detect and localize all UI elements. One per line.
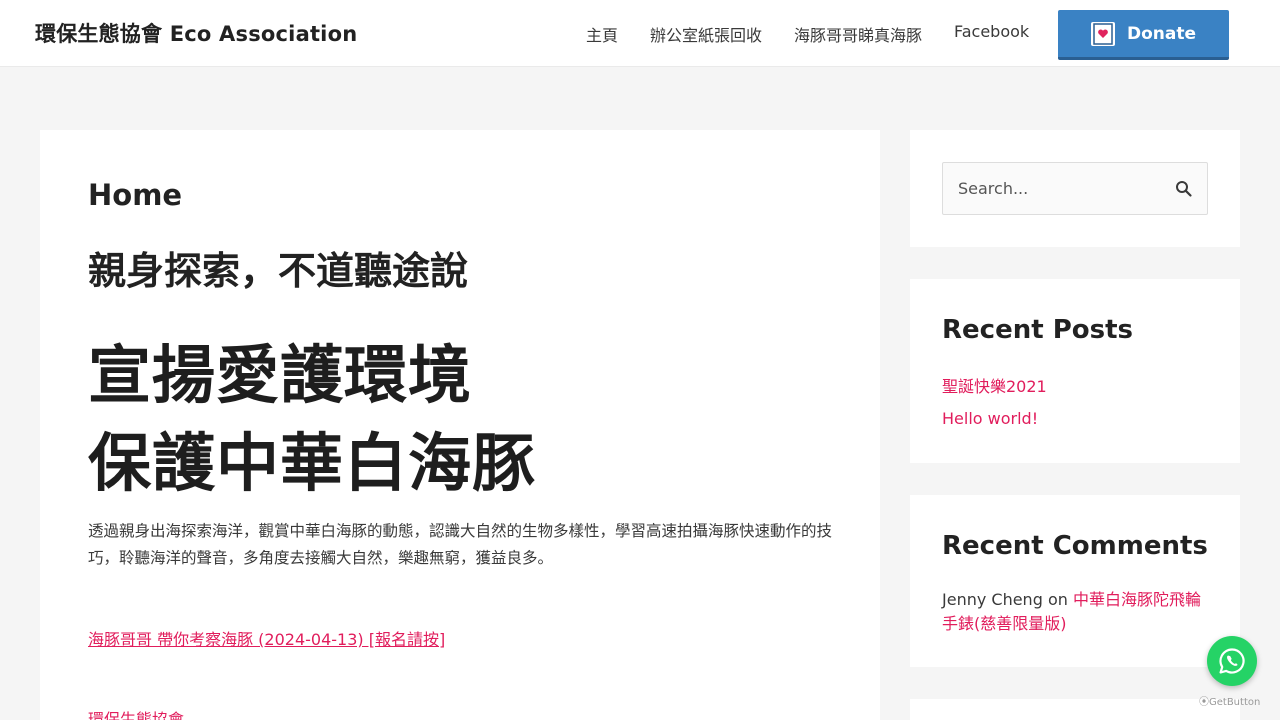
hero-line-2: 保護中華白海豚 [88,427,536,500]
getbutton-logo-icon: ⦿ [1199,697,1209,708]
donate-button[interactable]: Donate [1058,10,1229,60]
intro-paragraph: 透過親身出海探索海洋，觀賞中華白海豚的動態，認識大自然的生物多樣性，學習高速拍攝… [88,522,833,567]
donate-heart-icon [1090,21,1115,46]
nav-item-dolphin-watching[interactable]: 海豚哥哥睇真海豚 [794,22,922,46]
getbutton-credit[interactable]: ⦿GetButton [1199,693,1260,708]
nav-item-facebook[interactable]: Facebook [954,22,1029,41]
nav-item-home[interactable]: 主頁 [586,22,618,46]
event-signup-link[interactable]: 海豚哥哥 帶你考察海豚 (2024-04-13) [報名請按] [88,626,445,650]
recent-posts-title: Recent Posts [942,315,1133,345]
recent-comment: Jenny Cheng on 中華白海豚陀飛輪手錶(慈善限量版) [942,588,1212,636]
search-icon[interactable] [1175,180,1193,198]
recent-comments-title: Recent Comments [942,531,1208,561]
hero-line-1: 宣揚愛護環境 [88,339,472,412]
comment-connector: on [1047,590,1068,609]
page-title: Home [88,178,183,212]
whatsapp-button[interactable] [1207,636,1257,686]
main-content: Home 親身探索，不道聽途說 宣揚愛護環境 保護中華白海豚 透過親身出海探索海… [40,130,880,720]
recent-comments-widget: Recent Comments Jenny Cheng on 中華白海豚陀飛輪手… [910,495,1240,667]
recent-post-link[interactable]: Hello world! [942,409,1038,428]
search-box [942,162,1208,215]
search-input[interactable] [943,163,1163,214]
whatsapp-icon [1219,648,1245,674]
site-title[interactable]: 環保生態協會 Eco Association [35,18,357,48]
search-widget [910,130,1240,247]
recent-posts-widget: Recent Posts 聖誕快樂2021 Hello world! [910,279,1240,463]
org-link[interactable]: 環保生態協會 [88,706,184,720]
site-header: 環保生態協會 Eco Association 主頁 辦公室紙張回收 海豚哥哥睇真… [0,0,1280,67]
sidebar-widget-partial [910,699,1240,720]
donate-label: Donate [1126,23,1197,44]
recent-post-link[interactable]: 聖誕快樂2021 [942,373,1047,397]
nav-item-paper-recycling[interactable]: 辦公室紙張回收 [650,22,762,46]
comment-author: Jenny Cheng [942,590,1043,609]
subheading: 親身探索，不道聽途說 [88,249,469,293]
